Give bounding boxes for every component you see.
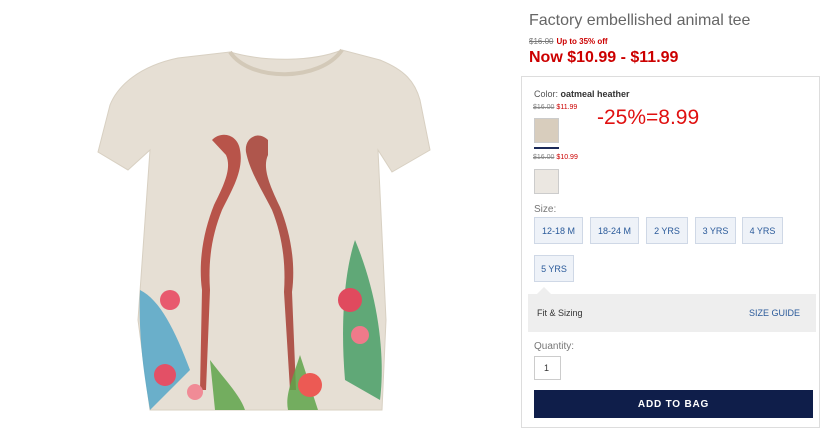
- swatch-price-1: $16.00 $11.99: [533, 104, 577, 111]
- price-annotation: -25%=8.99: [597, 106, 700, 129]
- size-option-12-18m[interactable]: 12-18 M: [534, 217, 583, 244]
- product-title: Factory embellished animal tee: [529, 12, 751, 29]
- tee-illustration: [97, 48, 431, 411]
- swatch-price-2: $16.00 $10.99: [533, 154, 578, 161]
- color-swatch-oatmeal[interactable]: [534, 118, 559, 143]
- promo-original-price: $16.00: [529, 37, 554, 46]
- flower: [160, 290, 180, 310]
- promo-line: $16.00 Up to 35% off: [529, 37, 608, 46]
- flower: [338, 288, 362, 312]
- selected-swatch-indicator: [534, 147, 559, 149]
- swatch-sale-price: $10.99: [556, 154, 578, 161]
- swatch-original-price: $16.00: [533, 154, 555, 161]
- swatch-sale-price: $11.99: [556, 104, 578, 111]
- flower: [154, 364, 176, 386]
- size-option-3yrs[interactable]: 3 YRS: [695, 217, 736, 244]
- flower: [187, 384, 203, 400]
- size-option-2yrs[interactable]: 2 YRS: [646, 217, 688, 244]
- size-label: Size:: [534, 204, 557, 215]
- quantity-label: Quantity:: [534, 341, 575, 352]
- quantity-input[interactable]: [534, 356, 561, 380]
- size-option-4yrs[interactable]: 4 YRS: [742, 217, 783, 244]
- add-to-bag-button[interactable]: ADD TO BAG: [534, 390, 813, 418]
- color-selected-name: oatmeal heather: [560, 89, 630, 99]
- promo-discount: Up to 35% off: [556, 37, 608, 46]
- flower: [298, 373, 322, 397]
- now-price: Now $10.99 - $11.99: [529, 49, 679, 66]
- size-option-5yrs[interactable]: 5 YRS: [534, 255, 574, 282]
- fit-sizing-label[interactable]: Fit & Sizing: [537, 308, 583, 318]
- product-image: [0, 0, 515, 438]
- flower: [351, 326, 369, 344]
- size-option-18-24m[interactable]: 18-24 M: [590, 217, 639, 244]
- fit-notch: [537, 287, 551, 294]
- color-label: Color: oatmeal heather: [534, 89, 630, 99]
- swatch-original-price: $16.00: [533, 104, 555, 111]
- color-label-text: Color:: [534, 89, 559, 99]
- color-swatch-light[interactable]: [534, 169, 559, 194]
- size-guide-link[interactable]: SIZE GUIDE: [749, 308, 800, 318]
